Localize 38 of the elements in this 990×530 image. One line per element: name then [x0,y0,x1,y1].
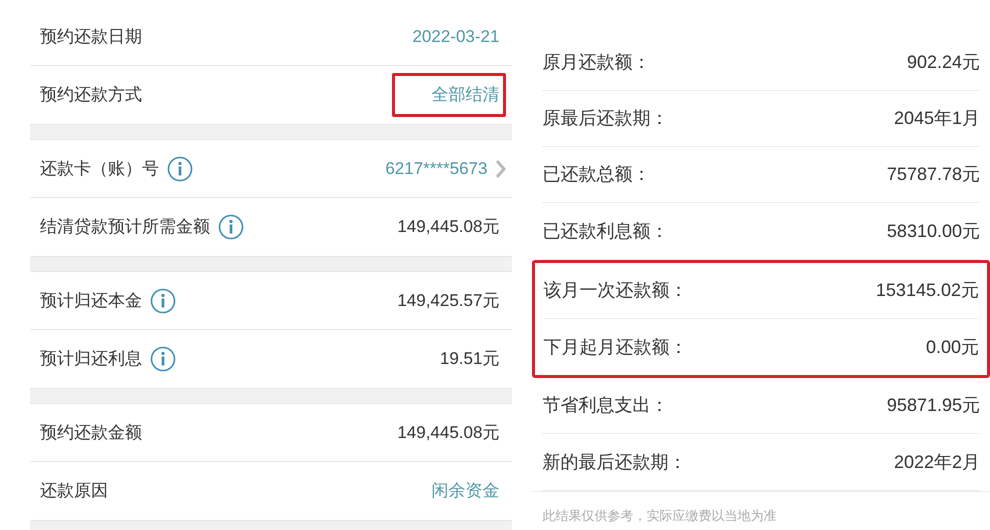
row-label: 还款卡（账）号 [40,158,159,180]
row-value: 0.00元 [926,336,979,358]
row-label: 原月还款额： [542,51,650,74]
row-label: 预约还款金额 [40,422,142,444]
info-icon[interactable] [167,156,193,182]
row-value: 闲余资金 [431,481,500,500]
row-value: 153145.02元 [876,279,979,302]
row-label: 还款原因 [40,480,108,502]
row-value: 2022年2月 [894,450,980,474]
row-value: 全部结清 [431,85,500,104]
row-value: 95871.95元 [886,394,980,417]
row-label: 预计归还利息 [40,348,142,370]
disclaimer-note: 此结果仅供参考，实际应缴费以当地为准 [542,508,776,523]
row-value: 58310.00元 [886,220,980,242]
row-label: 已还款利息额： [542,220,668,242]
row-label: 预约还款日期 [40,26,142,48]
row-value: 75787.78元 [886,163,980,186]
row-label: 下月起月还款额： [543,336,688,358]
row-value: 19.51元 [440,349,500,368]
row-label: 预约还款方式 [40,84,142,106]
info-icon[interactable] [218,214,244,240]
row-label: 结清贷款预计所需金额 [40,216,210,238]
chevron-right-icon[interactable] [496,160,506,178]
row-label: 已还款总额： [542,163,650,186]
row-value: 2045年1月 [894,107,980,130]
row-value: 2022-03-21 [412,26,500,46]
row-label: 预计归还本金 [40,290,142,312]
info-icon[interactable] [150,346,176,372]
row-value: 902.24元 [906,51,980,74]
row-value[interactable]: 6217****5673 [385,158,488,178]
row-label: 原最后还款期： [542,107,668,130]
row-label: 节省利息支出： [542,394,668,417]
row-value: 149,425.57元 [397,290,500,310]
info-icon[interactable] [150,288,176,314]
row-label: 该月一次还款额： [543,279,688,302]
row-value: 149,445.08元 [397,422,500,442]
row-label: 新的最后还款期： [542,450,686,474]
row-value: 149,445.08元 [397,217,500,236]
